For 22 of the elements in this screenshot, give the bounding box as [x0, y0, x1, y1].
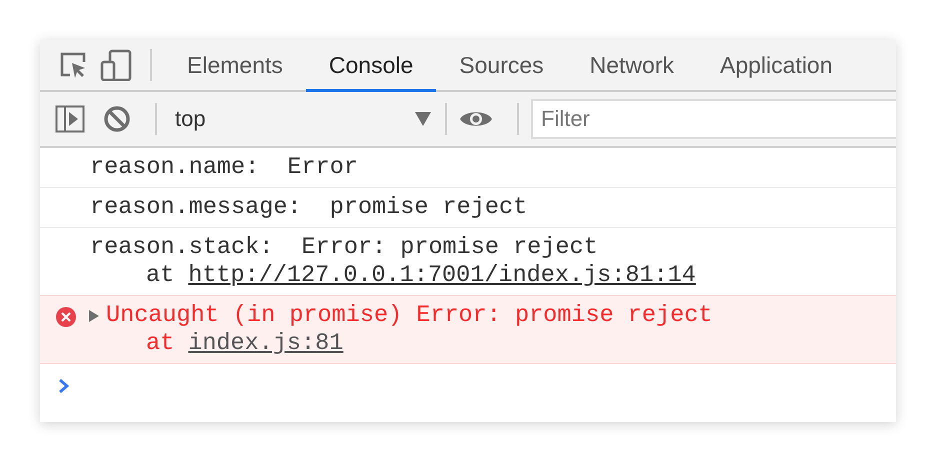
tab[interactable]: Sources [436, 40, 567, 92]
trace-prefix: at [146, 330, 174, 358]
inspect-icon[interactable] [58, 50, 88, 80]
clear-console-icon[interactable] [103, 105, 131, 133]
sidebar-toggle-icon[interactable] [55, 105, 85, 133]
filter-field[interactable]: Filter [531, 99, 896, 139]
tab[interactable]: Network [566, 40, 697, 92]
trace-prefix: at [146, 262, 174, 290]
context-select[interactable]: top [169, 106, 439, 132]
source-link[interactable]: index.js:81 [188, 330, 344, 358]
error-icon [55, 306, 77, 328]
tab[interactable]: Elements [164, 40, 306, 92]
device-icon[interactable] [100, 49, 132, 81]
prompt-chevron-icon[interactable] [58, 378, 70, 394]
source-link[interactable]: http://127.0.0.1:7001/index.js:81:14 [188, 262, 696, 290]
message-text: reason.message: promise reject [90, 194, 528, 222]
tab[interactable]: Application [697, 40, 856, 92]
message-text: reason.name: Error [90, 154, 358, 182]
message-text: Uncaught (in promise) Error: promise reject [106, 302, 712, 330]
message-text: reason.stack: Error: promise reject [90, 234, 598, 262]
dropdown-arrow-icon [415, 112, 431, 126]
expand-triangle-icon[interactable] [88, 309, 100, 323]
